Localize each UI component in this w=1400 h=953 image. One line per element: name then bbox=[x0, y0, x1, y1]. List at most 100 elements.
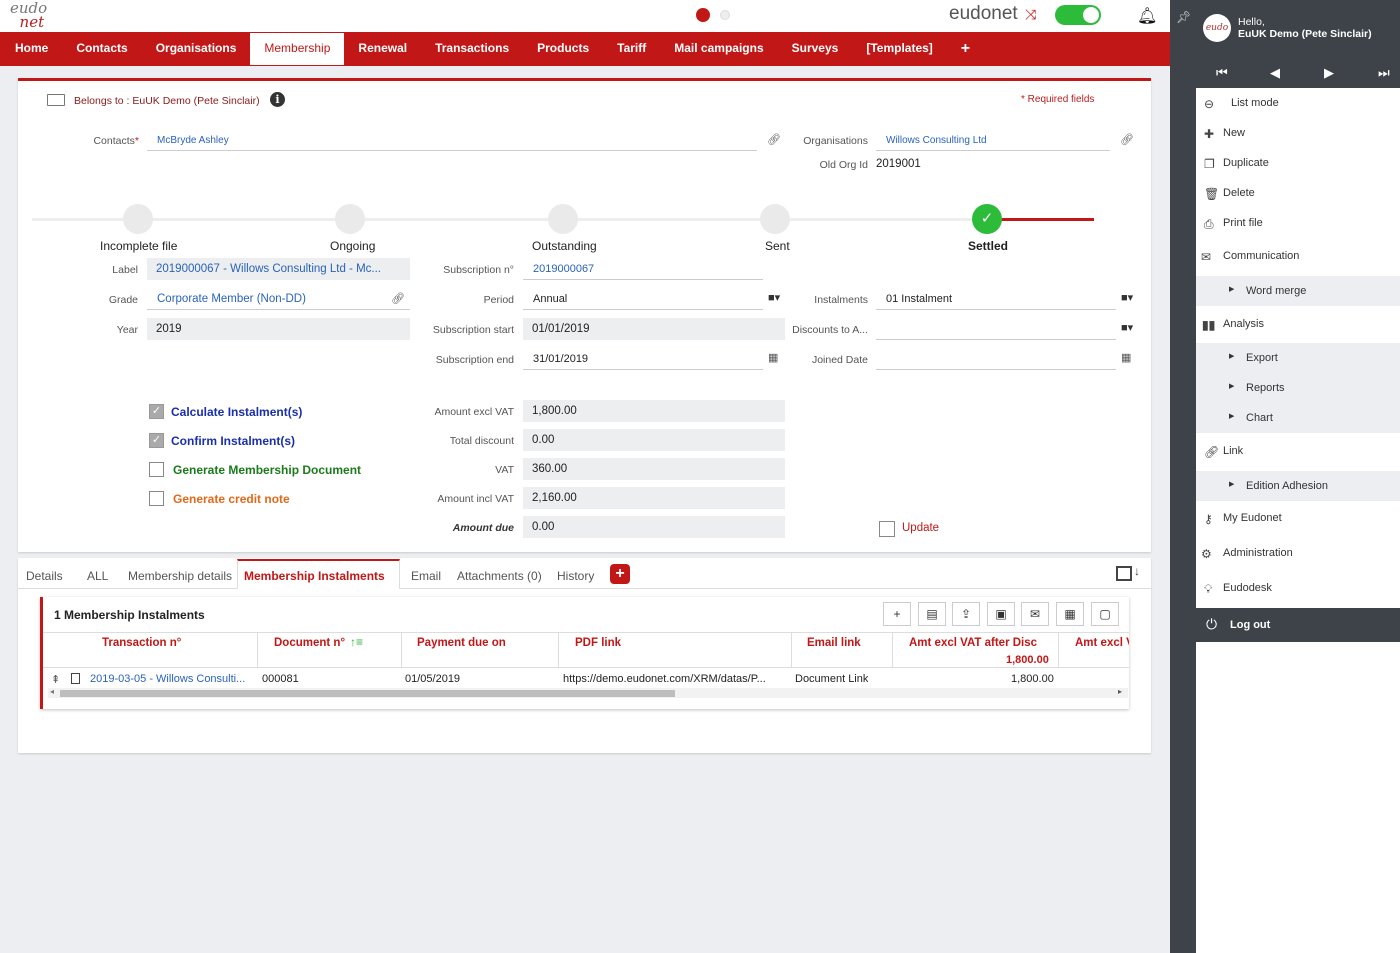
col-amt-excl-vat-after-disc[interactable]: Amt excl VAT after Disc bbox=[909, 637, 1037, 649]
tab-membership-details[interactable]: Membership details bbox=[128, 569, 232, 583]
menu-reports[interactable]: ▶ Reports bbox=[1196, 373, 1400, 403]
period-folder-icon[interactable]: ■▾ bbox=[768, 291, 780, 304]
nav-home[interactable]: Home bbox=[0, 32, 62, 66]
step-outstanding-dot[interactable] bbox=[548, 204, 578, 234]
subscription-start-value[interactable]: 01/01/2019 bbox=[523, 318, 785, 340]
instalments-value[interactable]: 01 Instalment bbox=[876, 288, 1116, 310]
last-record-icon[interactable]: ⏭︎ bbox=[1378, 65, 1390, 81]
update-label[interactable]: Update bbox=[902, 522, 939, 534]
user-name[interactable]: EuUK Demo (Pete Sinclair) bbox=[1238, 28, 1372, 40]
instalments-folder-icon[interactable]: ■▾ bbox=[1121, 291, 1133, 304]
menu-edition-adhesion[interactable]: ▶ Edition Adhesion bbox=[1196, 471, 1400, 501]
grid-merge-button[interactable]: ▦ bbox=[1056, 602, 1084, 626]
organisations-link-icon[interactable]: 🔗︎ bbox=[1120, 133, 1134, 146]
nav-products[interactable]: Products bbox=[523, 32, 603, 66]
generate-membership-document-checkbox[interactable] bbox=[149, 462, 164, 477]
organisations-value[interactable]: Willows Consulting Ltd bbox=[886, 135, 987, 146]
col-amt-excl-vat[interactable]: Amt excl V bbox=[1075, 637, 1129, 649]
subscription-end-calendar-icon[interactable]: ▦ bbox=[768, 351, 778, 364]
joined-date-value[interactable] bbox=[876, 348, 1116, 370]
status-dot-red[interactable] bbox=[696, 8, 710, 22]
tab-email[interactable]: Email bbox=[411, 569, 441, 583]
year-value[interactable]: 2019 bbox=[147, 318, 410, 340]
nav-mail-campaigns[interactable]: Mail campaigns bbox=[660, 32, 777, 66]
generate-credit-note-label[interactable]: Generate credit note bbox=[173, 492, 290, 506]
col-payment-due[interactable]: Payment due on bbox=[417, 637, 506, 649]
calculate-instalments-checkbox[interactable]: ✓ bbox=[149, 404, 164, 419]
grid-email-button[interactable]: ✉ bbox=[1021, 602, 1049, 626]
nav-tariff[interactable]: Tariff bbox=[603, 32, 660, 66]
scroll-left-icon[interactable]: ◂ bbox=[50, 687, 54, 696]
grid-upload-button[interactable]: ⇪ bbox=[952, 602, 980, 626]
nav-surveys[interactable]: Surveys bbox=[778, 32, 853, 66]
step-settled-check-icon[interactable]: ✓ bbox=[972, 204, 1002, 234]
row-email-link[interactable]: Document Link bbox=[795, 673, 868, 685]
menu-word-merge[interactable]: ▶ Word merge bbox=[1196, 276, 1400, 306]
discounts-value[interactable] bbox=[876, 318, 1116, 340]
grid-export-button[interactable]: ▣ bbox=[987, 602, 1015, 626]
nav-add-tab-button[interactable]: + bbox=[947, 32, 984, 66]
calculate-instalments-label[interactable]: Calculate Instalment(s) bbox=[171, 405, 302, 419]
grade-value[interactable]: Corporate Member (Non-DD) bbox=[147, 288, 410, 310]
mode-toggle[interactable] bbox=[1055, 5, 1101, 25]
confirm-instalments-checkbox[interactable]: ✓ bbox=[149, 433, 164, 448]
update-checkbox[interactable] bbox=[879, 521, 895, 537]
joined-date-calendar-icon[interactable]: ▦ bbox=[1121, 351, 1131, 364]
info-icon[interactable]: i bbox=[270, 92, 285, 107]
nav-contacts[interactable]: Contacts bbox=[62, 32, 141, 66]
layout-toggle-arrow-icon[interactable]: ↓ bbox=[1134, 564, 1140, 578]
scrollbar-thumb[interactable] bbox=[60, 690, 675, 697]
app-logo[interactable]: eudo net bbox=[10, 1, 47, 30]
tab-details[interactable]: Details bbox=[26, 569, 63, 583]
tab-membership-instalments[interactable]: Membership Instalments bbox=[244, 569, 385, 583]
label-value[interactable]: 2019000067 - Willows Consulting Ltd - Mc… bbox=[147, 258, 410, 280]
contacts-value[interactable]: McBryde Ashley bbox=[157, 135, 229, 146]
contacts-field[interactable]: McBryde Ashley bbox=[147, 129, 757, 151]
add-tab-plus-icon[interactable]: + bbox=[610, 564, 630, 584]
next-record-icon[interactable]: ▶︎ bbox=[1324, 65, 1334, 81]
tab-history[interactable]: History bbox=[557, 569, 594, 583]
nav-renewal[interactable]: Renewal bbox=[344, 32, 421, 66]
period-value[interactable]: Annual bbox=[523, 288, 763, 310]
step-sent-dot[interactable] bbox=[760, 204, 790, 234]
grid-new-doc-button[interactable]: ▢ bbox=[1091, 602, 1119, 626]
tab-all[interactable]: ALL bbox=[87, 569, 108, 583]
row-transaction[interactable]: 2019-03-05 - Willows Consulti... bbox=[90, 673, 254, 685]
contacts-link-icon[interactable]: 🔗︎ bbox=[767, 133, 781, 146]
scroll-right-icon[interactable]: ▸ bbox=[1118, 687, 1122, 696]
col-email-link[interactable]: Email link bbox=[807, 637, 861, 649]
step-incomplete-dot[interactable] bbox=[123, 204, 153, 234]
generate-membership-document-label[interactable]: Generate Membership Document bbox=[173, 463, 361, 477]
avatar[interactable]: eudo bbox=[1203, 14, 1231, 42]
sort-ascending-icon[interactable]: ↑≡ bbox=[350, 635, 363, 649]
pin-icon[interactable]: 📌︎ bbox=[1176, 10, 1191, 24]
tab-attachments[interactable]: Attachments (0) bbox=[457, 569, 542, 583]
grade-link-icon[interactable]: 🔗︎ bbox=[391, 292, 405, 305]
col-document[interactable]: Document n° bbox=[274, 637, 345, 649]
generate-credit-note-checkbox[interactable] bbox=[149, 491, 164, 506]
logout-button[interactable]: ⏻ Log out bbox=[1196, 608, 1400, 642]
step-ongoing-dot[interactable] bbox=[335, 204, 365, 234]
menu-chart[interactable]: ▶ Chart bbox=[1196, 403, 1400, 433]
status-dot-white[interactable] bbox=[720, 10, 730, 20]
nav-membership[interactable]: Membership bbox=[250, 33, 345, 65]
grid-list-button[interactable]: ▤ bbox=[918, 602, 946, 626]
previous-record-icon[interactable]: ◀︎ bbox=[1270, 65, 1280, 81]
nav-transactions[interactable]: Transactions bbox=[421, 32, 523, 66]
subscription-end-value[interactable]: 31/01/2019 bbox=[523, 348, 763, 370]
row-document-icon[interactable] bbox=[71, 673, 80, 684]
layout-toggle-icon[interactable] bbox=[1116, 566, 1132, 581]
first-record-icon[interactable]: ⏮︎ bbox=[1216, 65, 1228, 81]
nav-templates[interactable]: [Templates] bbox=[852, 32, 946, 66]
grid-add-button[interactable]: + bbox=[883, 602, 911, 626]
nav-organisations[interactable]: Organisations bbox=[142, 32, 251, 66]
row-pin-icon[interactable]: ⇞ bbox=[51, 673, 60, 686]
col-pdf-link[interactable]: PDF link bbox=[575, 637, 621, 649]
subscription-no-value[interactable]: 2019000067 bbox=[523, 258, 763, 280]
col-transaction[interactable]: Transaction n° bbox=[102, 637, 181, 649]
discounts-folder-icon[interactable]: ■▾ bbox=[1121, 321, 1133, 334]
row-pdf-link[interactable]: https://demo.eudonet.com/XRM/datas/P... bbox=[563, 673, 788, 685]
bell-icon[interactable]: 🔔︎ bbox=[1137, 6, 1157, 26]
organisations-field[interactable]: Willows Consulting Ltd bbox=[876, 129, 1110, 151]
confirm-instalments-label[interactable]: Confirm Instalment(s) bbox=[171, 434, 295, 448]
